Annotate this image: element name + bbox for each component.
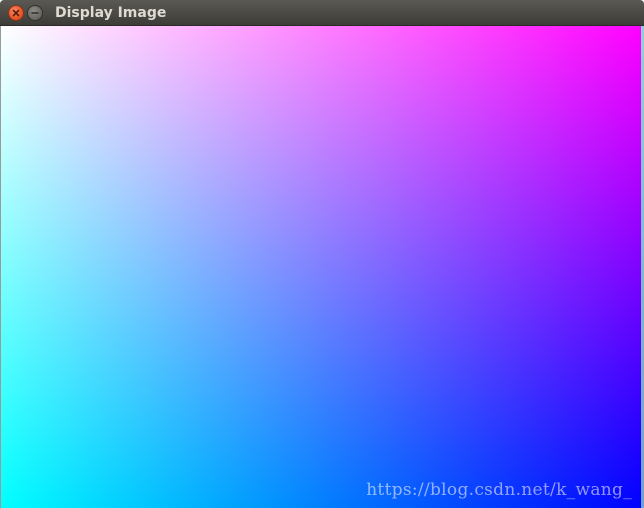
minimize-button[interactable] [27, 5, 43, 21]
close-button[interactable] [8, 5, 24, 21]
display-image-window: Display Image https://blog.csdn.net/k_wa… [0, 0, 644, 508]
displayed-image: https://blog.csdn.net/k_wang_ [0, 26, 644, 508]
window-title: Display Image [55, 5, 167, 21]
watermark-text: https://blog.csdn.net/k_wang_ [366, 480, 632, 500]
title-bar[interactable]: Display Image [0, 0, 644, 26]
minimize-icon [31, 12, 39, 14]
close-icon [12, 9, 20, 17]
